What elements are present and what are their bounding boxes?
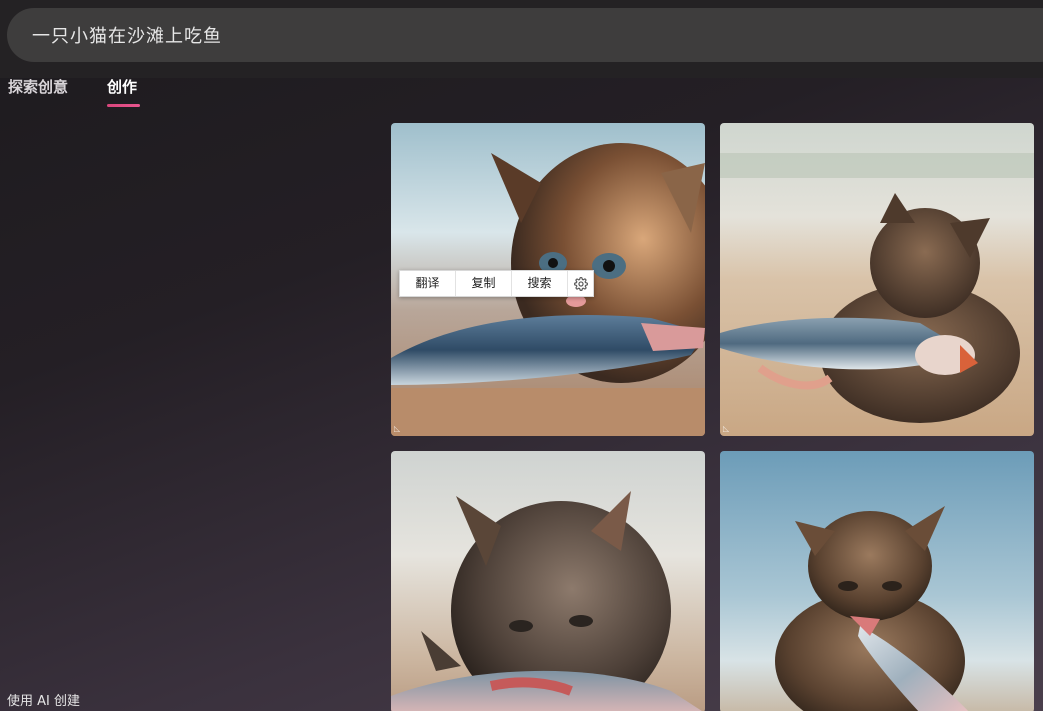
tab-explore[interactable]: 探索创意 (8, 76, 68, 97)
search-bar[interactable]: 一只小猫在沙滩上吃鱼 (7, 8, 1043, 62)
search-button[interactable]: 搜索 (512, 271, 568, 296)
tab-create[interactable]: 创作 (107, 76, 137, 97)
selection-context-menu: 翻译 复制 搜索 (399, 270, 594, 297)
gear-icon[interactable] (568, 271, 593, 296)
image-badge-icon: ◺ (723, 424, 730, 433)
gear-icon-glyph (573, 276, 588, 291)
image-badge-icon: ◺ (394, 424, 401, 433)
footer-ai-label: 使用 AI 创建 (7, 694, 80, 709)
generated-image-2[interactable]: ◺ (720, 123, 1034, 436)
translate-button[interactable]: 翻译 (400, 271, 456, 296)
search-query-text[interactable]: 一只小猫在沙滩上吃鱼 (32, 22, 222, 48)
generated-image-3[interactable] (391, 451, 705, 711)
copy-button[interactable]: 复制 (456, 271, 512, 296)
active-tab-indicator (107, 104, 140, 107)
generated-image-4[interactable] (720, 451, 1034, 711)
